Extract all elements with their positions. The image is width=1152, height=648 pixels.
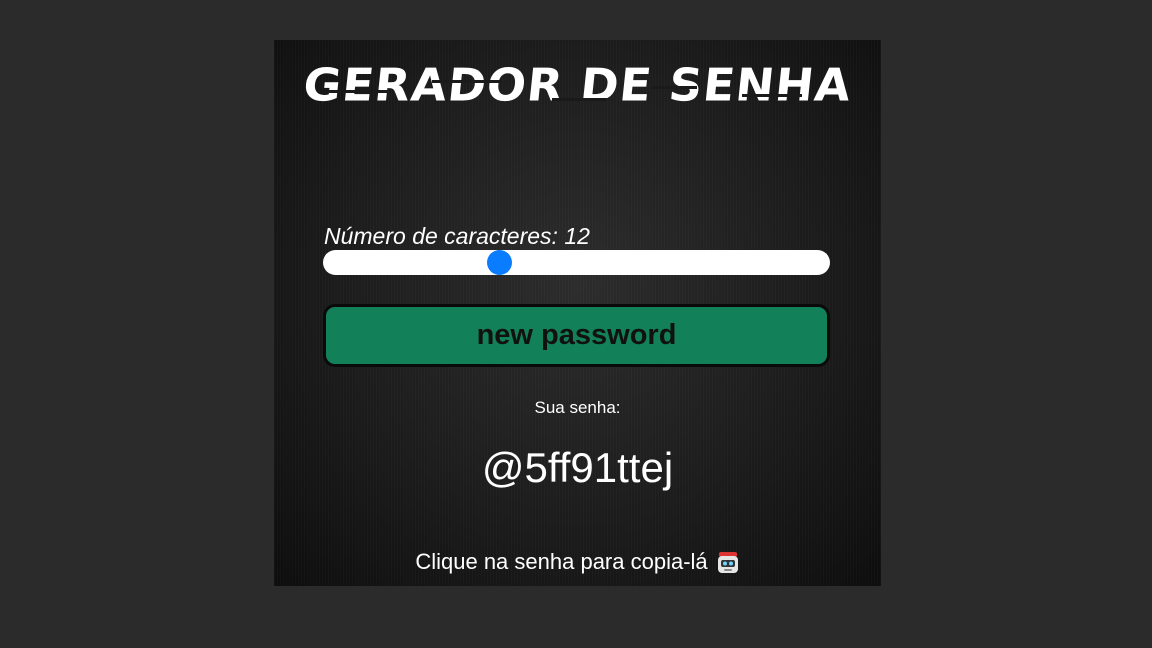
- new-password-button[interactable]: new password: [323, 304, 830, 367]
- slider-thumb[interactable]: [487, 250, 512, 275]
- length-label: Número de caracteres: 12: [324, 223, 590, 249]
- page-title: GERADOR DE SENHA: [300, 58, 855, 112]
- generated-password[interactable]: @5ff91ttej: [274, 442, 881, 494]
- robot-icon: [717, 552, 738, 574]
- length-slider[interactable]: [323, 250, 830, 275]
- copy-hint-text: Clique na senha para copia-lá: [415, 549, 708, 574]
- copy-hint: Clique na senha para copia-lá: [274, 548, 881, 576]
- result-label: Sua senha:: [534, 398, 621, 417]
- password-generator-card: GERADOR DE SENHA Número de caracteres: 1…: [274, 40, 881, 586]
